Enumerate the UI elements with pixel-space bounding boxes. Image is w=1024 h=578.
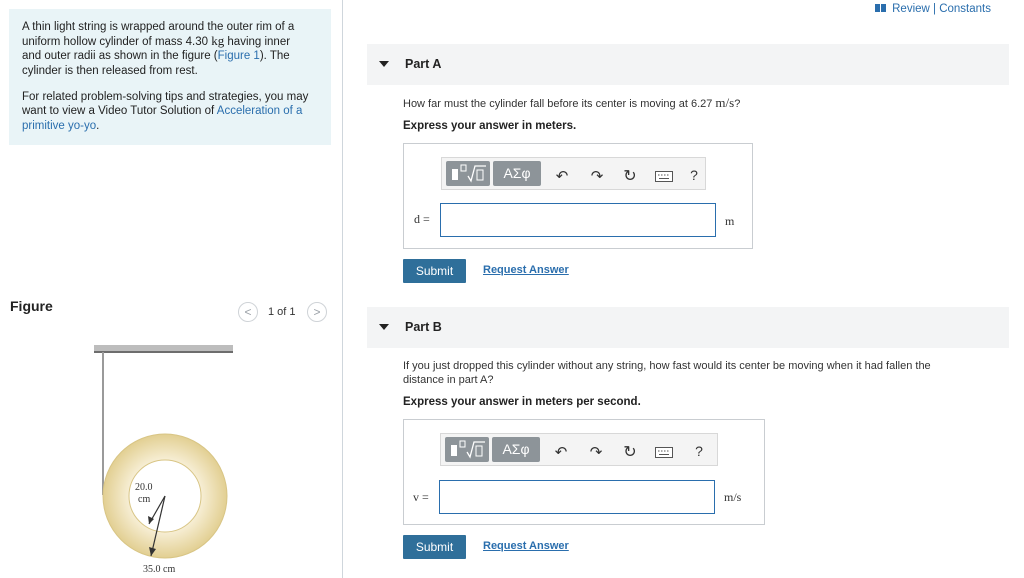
submit-button-b[interactable]: Submit	[403, 535, 466, 559]
ceiling-bar	[94, 345, 233, 352]
part-a-label: Part A	[405, 57, 442, 71]
part-a-question: How far must the cylinder fall before it…	[403, 96, 740, 111]
part-a-question-end: ?	[734, 98, 741, 110]
help-icon[interactable]: ?	[685, 167, 703, 183]
inner-radius-unit: cm	[138, 494, 150, 505]
ceiling-edge	[94, 351, 233, 353]
tips-text: .	[96, 120, 100, 132]
problem-statement: A thin light string is wrapped around th…	[9, 9, 331, 145]
submit-button-a[interactable]: Submit	[403, 259, 466, 283]
undo-icon[interactable]: ↶	[552, 443, 570, 461]
problem-line: uniform hollow cylinder of mass 4.30 kg …	[22, 33, 291, 50]
problem-text: uniform hollow cylinder of mass 4.30	[22, 36, 212, 48]
part-a-question-text: How far must the cylinder fall before it…	[403, 98, 716, 110]
problem-text: ). The	[259, 50, 290, 62]
next-figure-button[interactable]: >	[307, 302, 327, 322]
part-a-answer-box: ΑΣφ ↶ ↷ ↻ ? d = m	[403, 143, 753, 249]
inner-radius-label: 20.0	[135, 482, 153, 493]
part-a-instruction: Express your answer in meters.	[403, 120, 577, 132]
prev-figure-button[interactable]: <	[238, 302, 258, 322]
book-icon	[875, 4, 887, 12]
problem-line: A thin light string is wrapped around th…	[22, 21, 295, 33]
reset-icon[interactable]: ↻	[621, 166, 639, 186]
tips-line: primitive yo-yo.	[22, 119, 99, 134]
problem-line: and outer radii as shown in the figure (…	[22, 49, 290, 64]
collapse-triangle-icon	[379, 61, 389, 67]
review-constants-label: Review | Constants	[892, 3, 991, 15]
figure-pager: 1 of 1	[268, 306, 296, 318]
part-b-question-line: distance in part A?	[403, 374, 494, 386]
figure-title: Figure	[10, 298, 53, 314]
problem-text: and outer radii as shown in the figure (	[22, 50, 218, 62]
redo-icon[interactable]: ↷	[587, 443, 605, 461]
templates-button[interactable]	[445, 437, 489, 462]
tips-text: want to view a Video Tutor Solution of	[22, 105, 217, 117]
tips-line: want to view a Video Tutor Solution of A…	[22, 104, 302, 119]
unit-ms-label: m/s	[724, 490, 742, 504]
keyboard-icon[interactable]	[655, 445, 673, 462]
review-constants-link[interactable]: Review | Constants	[875, 3, 991, 15]
undo-icon[interactable]: ↶	[553, 167, 571, 185]
greek-symbols-button[interactable]: ΑΣφ	[493, 161, 541, 186]
part-a-header[interactable]: Part A	[367, 44, 1009, 85]
part-b-answer-box: ΑΣφ ↶ ↷ ↻ ? v = m/s	[403, 419, 765, 525]
greek-symbols-button[interactable]: ΑΣφ	[492, 437, 540, 462]
speed-unit: m/s	[715, 95, 735, 110]
tips-line: For related problem-solving tips and str…	[22, 91, 309, 103]
answer-input-v[interactable]	[439, 480, 715, 514]
variable-v-label: v =	[413, 490, 429, 504]
request-answer-link-a[interactable]: Request Answer	[483, 264, 569, 276]
figure-link[interactable]: Figure 1	[218, 50, 260, 62]
video-tutor-link[interactable]: Acceleration of a	[217, 105, 303, 117]
collapse-triangle-icon	[379, 324, 389, 330]
variable-d-label: d =	[414, 212, 430, 226]
problem-line: cylinder is then released from rest.	[22, 65, 198, 77]
keyboard-icon[interactable]	[655, 169, 673, 186]
mass-unit: kg	[211, 33, 225, 48]
problem-text: having inner	[224, 36, 291, 48]
part-b-question-line: If you just dropped this cylinder withou…	[403, 360, 931, 372]
templates-icon	[452, 164, 486, 183]
help-icon[interactable]: ?	[690, 443, 708, 459]
math-toolbar: ΑΣφ ↶ ↷ ↻ ?	[441, 157, 706, 190]
math-toolbar: ΑΣφ ↶ ↷ ↻ ?	[440, 433, 718, 466]
templates-icon	[451, 440, 485, 459]
panel-divider	[342, 0, 343, 578]
unit-m-label: m	[725, 214, 735, 228]
video-tutor-link-cont[interactable]: primitive yo-yo	[22, 120, 96, 132]
cylinder-figure: 20.0 cm 35.0 cm	[94, 345, 233, 575]
answer-input-d[interactable]	[440, 203, 716, 237]
part-b-label: Part B	[405, 320, 442, 334]
templates-button[interactable]	[446, 161, 490, 186]
request-answer-link-b[interactable]: Request Answer	[483, 540, 569, 552]
part-b-header[interactable]: Part B	[367, 307, 1009, 348]
reset-icon[interactable]: ↻	[621, 442, 639, 462]
redo-icon[interactable]: ↷	[588, 167, 606, 185]
outer-radius-label: 35.0 cm	[143, 564, 175, 575]
part-b-instruction: Express your answer in meters per second…	[403, 396, 641, 408]
